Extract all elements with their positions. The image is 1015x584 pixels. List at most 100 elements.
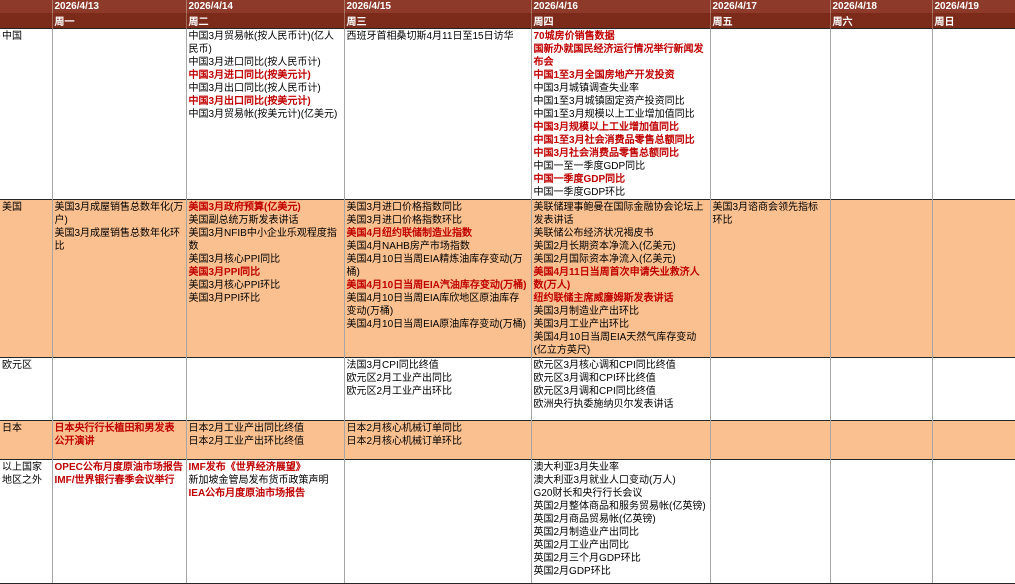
day-header-date[interactable]: 2026/4/19 xyxy=(931,0,1015,13)
event-item: 日本2月工业产出环比终值 xyxy=(188,436,305,447)
event-item: 美国3月谘商会领先指标环比 xyxy=(712,202,819,226)
event-item: 美国副总统万斯发表讲话 xyxy=(188,215,299,226)
day-header-weekday[interactable]: 周五 xyxy=(709,13,830,29)
calendar-cell[interactable] xyxy=(931,28,1015,200)
event-item: 70城房价销售数据 xyxy=(533,31,615,42)
day-header-date[interactable]: 2026/4/17 xyxy=(709,0,830,13)
event-item: 日本2月核心机械订单环比 xyxy=(346,436,463,447)
calendar-cell[interactable]: 日本央行行长植田和男发表公开演讲 xyxy=(51,420,186,460)
calendar-cell[interactable] xyxy=(931,420,1015,460)
header-corner-cell xyxy=(0,0,52,13)
calendar-cell[interactable]: 日本2月工业产出同比终值 日本2月工业产出环比终值 xyxy=(185,420,344,460)
event-item: G20财长和央行行长会议 xyxy=(533,488,643,499)
economic-calendar-table: 2026/4/13 2026/4/14 2026/4/15 2026/4/16 2026… xyxy=(0,0,1015,584)
header-weekday-row: 周一 周二 周三 周四 周五 周六 周日 xyxy=(0,13,1015,29)
day-header-date[interactable]: 2026/4/18 xyxy=(829,0,932,13)
day-header-weekday[interactable]: 周一 xyxy=(51,13,186,29)
event-item: 中国3月城镇调查失业率 xyxy=(533,83,640,94)
event-item: 澳大利亚3月就业人口变动(万人) xyxy=(533,475,676,486)
day-header-date[interactable]: 2026/4/13 xyxy=(51,0,186,13)
event-item: 美国4月11日当周首次申请失业救济人数(万人) xyxy=(533,267,700,291)
event-item: 日本2月工业产出同比终值 xyxy=(188,423,305,434)
calendar-cell[interactable]: IMF发布《世界经济展望》 新加坡金管局发布货币政策声明 IEA公布月度原油市场报告 xyxy=(185,459,344,584)
region-label: 以上国家地区之外 xyxy=(0,459,52,584)
event-item: IEA公布月度原油市场报告 xyxy=(188,488,306,499)
event-item: 日本央行行长植田和男发表公开演讲 xyxy=(54,423,175,447)
day-header-weekday[interactable]: 周二 xyxy=(185,13,344,29)
event-item: 中国一季度GDP同比 xyxy=(533,174,626,185)
event-item: 美国3月PPI同比 xyxy=(188,267,261,278)
region-row-4: 以上国家地区之外 OPEC公布月度原油市场报告 IMF/世界银行春季会议举行 IMF发… xyxy=(0,459,1015,584)
calendar-cell[interactable]: 澳大利亚3月失业率 澳大利亚3月就业人口变动(万人) G20财长和央行行长会议 英国2… xyxy=(530,459,710,584)
event-item: 英国2月制造业产出同比 xyxy=(533,527,640,538)
region-row-2: 欧元区 法国3月CPI同比终值 欧元区2月工业产出同比 欧元区2月工业产出环比 欧元区3… xyxy=(0,357,1015,421)
header-date-row: 2026/4/13 2026/4/14 2026/4/15 2026/4/16 2026… xyxy=(0,0,1015,13)
calendar-cell[interactable] xyxy=(709,28,830,200)
event-item: 美国3月制造业产出环比 xyxy=(533,306,640,317)
day-header-weekday[interactable]: 周日 xyxy=(931,13,1015,29)
event-item: 美国2月国际资本净流入(亿美元) xyxy=(533,254,676,265)
calendar-cell[interactable]: 中国3月贸易帐(按人民币计)(亿人民币) 中国3月进口同比(按人民币计) 中国3月进… xyxy=(185,28,344,200)
event-item: 中国3月出口同比(按人民币计) xyxy=(188,83,321,94)
event-item: 美国3月成屋销售总数年化环比 xyxy=(54,228,181,252)
day-header-date[interactable]: 2026/4/14 xyxy=(185,0,344,13)
event-item: 中国3月社会消费品零售总额同比 xyxy=(533,148,680,159)
event-item: 中国3月规模以上工业增加值同比 xyxy=(533,122,680,133)
calendar-cell[interactable]: 70城房价销售数据 国新办就国民经济运行情况举行新闻发布会 中国1至3月全国房地产开… xyxy=(530,28,710,200)
calendar-cell[interactable] xyxy=(931,459,1015,584)
calendar-cell[interactable] xyxy=(931,199,1015,358)
calendar-cell[interactable]: 美国3月政府预算(亿美元) 美国副总统万斯发表讲话 美国3月NFIB中小企业乐观程度… xyxy=(185,199,344,358)
event-item: 中国一季度GDP环比 xyxy=(533,187,626,198)
calendar-cell[interactable] xyxy=(185,357,344,421)
region-row-1: 美国 美国3月成屋销售总数年化(万户) 美国3月成屋销售总数年化环比 美国3月政府预算… xyxy=(0,199,1015,358)
calendar-cell[interactable] xyxy=(931,357,1015,421)
day-header-weekday[interactable]: 周四 xyxy=(530,13,710,29)
event-item: 美国3月进口价格指数环比 xyxy=(346,215,463,226)
event-item: 中国3月进口同比(按美元计) xyxy=(188,70,311,81)
calendar-cell[interactable] xyxy=(829,459,932,584)
calendar-cell[interactable]: 法国3月CPI同比终值 欧元区2月工业产出同比 欧元区2月工业产出环比 xyxy=(343,357,531,421)
calendar-cell[interactable]: 美国3月进口价格指数同比 美国3月进口价格指数环比 美国4月纽约联储制造业指数 美国4… xyxy=(343,199,531,358)
calendar-cell[interactable]: OPEC公布月度原油市场报告 IMF/世界银行春季会议举行 xyxy=(51,459,186,584)
region-label: 欧元区 xyxy=(0,357,52,421)
event-item: 欧洲央行执委施纳贝尔发表讲话 xyxy=(533,399,674,410)
day-header-weekday[interactable]: 周六 xyxy=(829,13,932,29)
calendar-cell[interactable] xyxy=(530,420,710,460)
region-row-0: 中国 中国3月贸易帐(按人民币计)(亿人民币) 中国3月进口同比(按人民币计) 中国3… xyxy=(0,28,1015,200)
event-item: 美联储公布经济状况褐皮书 xyxy=(533,228,654,239)
calendar-cell[interactable] xyxy=(51,28,186,200)
day-header-date[interactable]: 2026/4/16 xyxy=(530,0,710,13)
calendar-cell[interactable] xyxy=(51,357,186,421)
calendar-cell[interactable]: 日本2月核心机械订单同比 日本2月核心机械订单环比 xyxy=(343,420,531,460)
calendar-cell[interactable] xyxy=(829,199,932,358)
calendar-cell[interactable]: 美联储理事鲍曼在国际金融协会论坛上发表讲话 美联储公布经济状况褐皮书 美国2月长期资… xyxy=(530,199,710,358)
calendar-cell[interactable] xyxy=(709,420,830,460)
calendar-cell[interactable] xyxy=(709,459,830,584)
event-item: 中国3月贸易帐(按人民币计)(亿人民币) xyxy=(188,31,335,55)
calendar-cell[interactable]: 欧元区3月核心调和CPI同比终值 欧元区3月调和CPI环比终值 欧元区3月调和CPI… xyxy=(530,357,710,421)
calendar-cell[interactable] xyxy=(829,357,932,421)
region-row-3: 日本 日本央行行长植田和男发表公开演讲 日本2月工业产出同比终值 日本2月工业产出环比… xyxy=(0,420,1015,460)
event-item: 美国4月10日当周EIA天然气库存变动(亿立方英尺) xyxy=(533,332,697,356)
day-header-date[interactable]: 2026/4/15 xyxy=(343,0,531,13)
calendar-cell[interactable] xyxy=(829,28,932,200)
event-item: 美国3月工业产出环比 xyxy=(533,319,630,330)
event-item: 美国3月政府预算(亿美元) xyxy=(188,202,301,213)
calendar-cell[interactable]: 西班牙首相桑切斯4月11日至15日访华 xyxy=(343,28,531,200)
event-item: 美国4月10日当周EIA汽油库存变动(万桶) xyxy=(346,280,527,291)
day-header-weekday[interactable]: 周三 xyxy=(343,13,531,29)
event-item: 中国3月贸易帐(按美元计)(亿美元) xyxy=(188,109,338,120)
event-item: 美国3月核心PPI环比 xyxy=(188,280,281,291)
event-item: 美联储理事鲍曼在国际金融协会论坛上发表讲话 xyxy=(533,202,704,226)
calendar-cell[interactable]: 美国3月谘商会领先指标环比 xyxy=(709,199,830,358)
calendar-cell[interactable] xyxy=(343,459,531,584)
event-item: 英国2月商品贸易帐(亿英镑) xyxy=(533,514,656,525)
event-item: 中国一至一季度GDP同比 xyxy=(533,161,646,172)
header-corner-cell xyxy=(0,13,52,29)
calendar-cell[interactable] xyxy=(709,357,830,421)
event-item: 法国3月CPI同比终值 xyxy=(346,360,439,371)
calendar-cell[interactable] xyxy=(829,420,932,460)
event-item: 西班牙首相桑切斯4月11日至15日访华 xyxy=(346,31,514,42)
event-item: 美国4月10日当周EIA原油库存变动(万桶) xyxy=(346,319,526,330)
calendar-cell[interactable]: 美国3月成屋销售总数年化(万户) 美国3月成屋销售总数年化环比 xyxy=(51,199,186,358)
